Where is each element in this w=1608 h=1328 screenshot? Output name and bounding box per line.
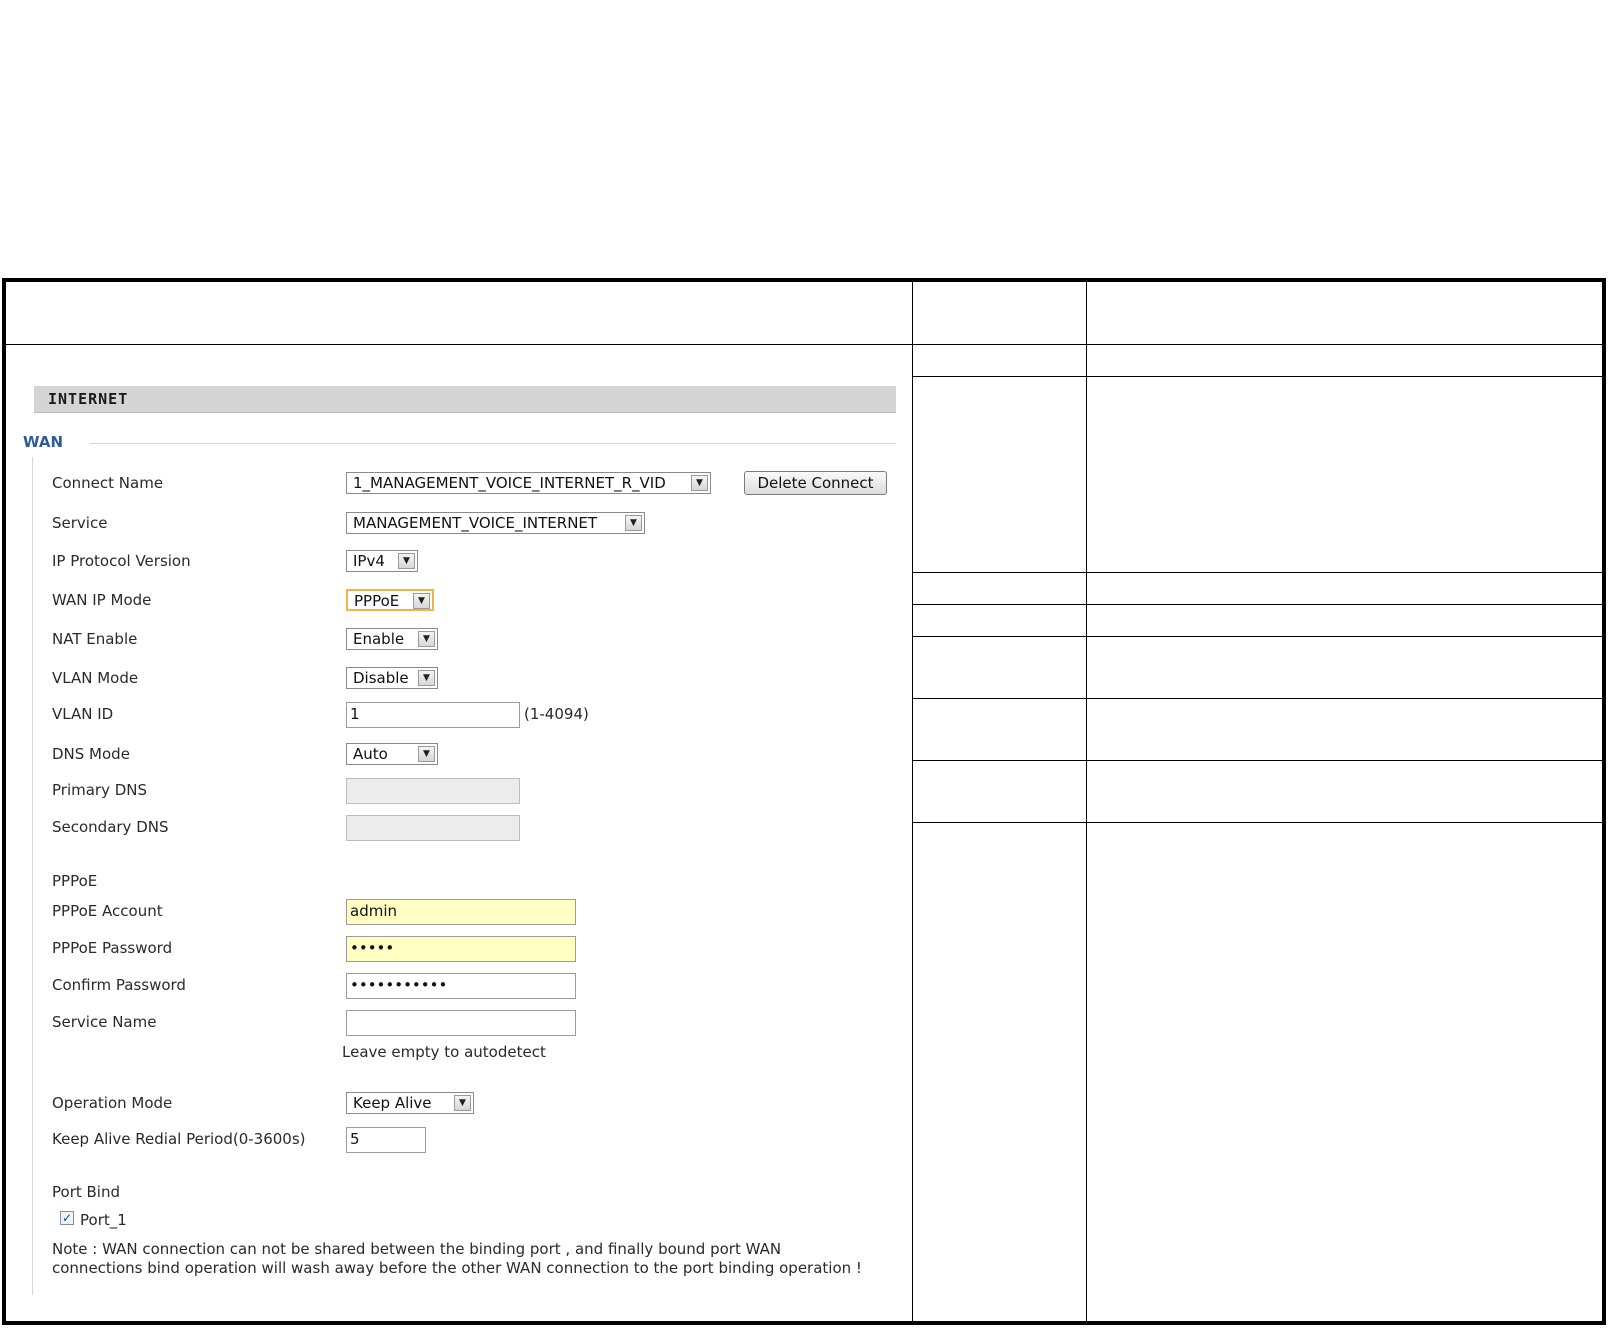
row-divider (6, 344, 1602, 345)
confirm-password-label: Confirm Password (52, 976, 186, 994)
dropdown-arrow-icon: ▼ (418, 746, 435, 762)
column-divider (1086, 282, 1087, 1321)
operation-mode-select[interactable]: Keep Alive ▼ (346, 1092, 474, 1114)
service-value: MANAGEMENT_VOICE_INTERNET (353, 514, 598, 532)
pppoe-account-label: PPPoE Account (52, 902, 163, 920)
connect-name-select[interactable]: 1_MANAGEMENT_VOICE_INTERNET_R_VID ▼ (346, 472, 711, 494)
row-divider (912, 822, 1602, 823)
ip-protocol-value: IPv4 (353, 552, 385, 570)
vlan-mode-select[interactable]: Disable ▼ (346, 667, 438, 689)
wan-ip-mode-value: PPPoE (354, 592, 400, 610)
service-name-label: Service Name (52, 1013, 157, 1031)
port-bind-note-line1: Note : WAN connection can not be shared … (52, 1240, 782, 1258)
secondary-dns-label: Secondary DNS (52, 818, 169, 836)
ip-protocol-select[interactable]: IPv4 ▼ (346, 550, 418, 572)
dropdown-arrow-icon: ▼ (418, 670, 435, 686)
vlan-mode-value: Disable (353, 669, 409, 687)
service-name-input[interactable] (346, 1010, 576, 1036)
ip-protocol-label: IP Protocol Version (52, 552, 191, 570)
section-header: INTERNET (34, 386, 896, 413)
port-1-label: Port_1 (80, 1211, 127, 1229)
wan-ip-mode-select[interactable]: PPPoE ▼ (346, 589, 434, 611)
dropdown-arrow-icon: ▼ (691, 475, 708, 491)
confirm-password-input[interactable]: ••••••••••• (346, 973, 576, 999)
pppoe-password-input[interactable]: ••••• (346, 936, 576, 962)
row-divider (912, 376, 1602, 377)
section-title: INTERNET (48, 390, 129, 408)
service-name-hint: Leave empty to autodetect (342, 1043, 546, 1061)
connect-name-label: Connect Name (52, 474, 164, 492)
vlan-mode-label: VLAN Mode (52, 669, 139, 687)
operation-mode-label: Operation Mode (52, 1094, 173, 1112)
primary-dns-input[interactable] (346, 778, 520, 804)
row-divider (912, 636, 1602, 637)
vlan-id-range-hint: (1-4094) (524, 705, 589, 723)
row-divider (912, 572, 1602, 573)
row-divider (912, 604, 1602, 605)
port-1-checkbox[interactable]: ✓ (60, 1211, 74, 1225)
group-border (32, 457, 33, 1295)
dropdown-arrow-icon: ▼ (413, 593, 430, 609)
primary-dns-label: Primary DNS (52, 781, 148, 799)
connect-name-value: 1_MANAGEMENT_VOICE_INTERNET_R_VID (353, 474, 666, 492)
dropdown-arrow-icon: ▼ (625, 515, 642, 531)
document-table: INTERNET WAN Connect Name 1_MANAGEMENT_V… (2, 278, 1606, 1325)
dns-mode-select[interactable]: Auto ▼ (346, 743, 438, 765)
nat-enable-value: Enable (353, 630, 405, 648)
dropdown-arrow-icon: ▼ (454, 1095, 471, 1111)
dropdown-arrow-icon: ▼ (398, 553, 415, 569)
secondary-dns-input[interactable] (346, 815, 520, 841)
service-select[interactable]: MANAGEMENT_VOICE_INTERNET ▼ (346, 512, 645, 534)
vlan-id-label: VLAN ID (52, 705, 114, 723)
pppoe-password-label: PPPoE Password (52, 939, 173, 957)
wan-group-title: WAN (23, 433, 64, 451)
operation-mode-value: Keep Alive (353, 1094, 432, 1112)
delete-connect-button[interactable]: Delete Connect (744, 471, 887, 495)
wan-ip-mode-label: WAN IP Mode (52, 591, 152, 609)
nat-enable-label: NAT Enable (52, 630, 138, 648)
service-label: Service (52, 514, 108, 532)
nat-enable-select[interactable]: Enable ▼ (346, 628, 438, 650)
port-bind-note-line2: connections bind operation will wash awa… (52, 1259, 862, 1277)
port-bind-label: Port Bind (52, 1183, 120, 1201)
dropdown-arrow-icon: ▼ (418, 631, 435, 647)
dns-mode-value: Auto (353, 745, 388, 763)
pppoe-account-input[interactable]: admin (346, 899, 576, 925)
pppoe-heading: PPPoE (52, 872, 98, 890)
group-divider (90, 443, 896, 444)
keep-alive-period-label: Keep Alive Redial Period(0-3600s) (52, 1130, 306, 1148)
keep-alive-period-input[interactable]: 5 (346, 1127, 426, 1153)
row-divider (912, 760, 1602, 761)
router-config-panel: INTERNET WAN Connect Name 1_MANAGEMENT_V… (6, 347, 914, 1321)
row-divider (912, 698, 1602, 699)
dns-mode-label: DNS Mode (52, 745, 130, 763)
vlan-id-input[interactable]: 1 (346, 702, 520, 728)
